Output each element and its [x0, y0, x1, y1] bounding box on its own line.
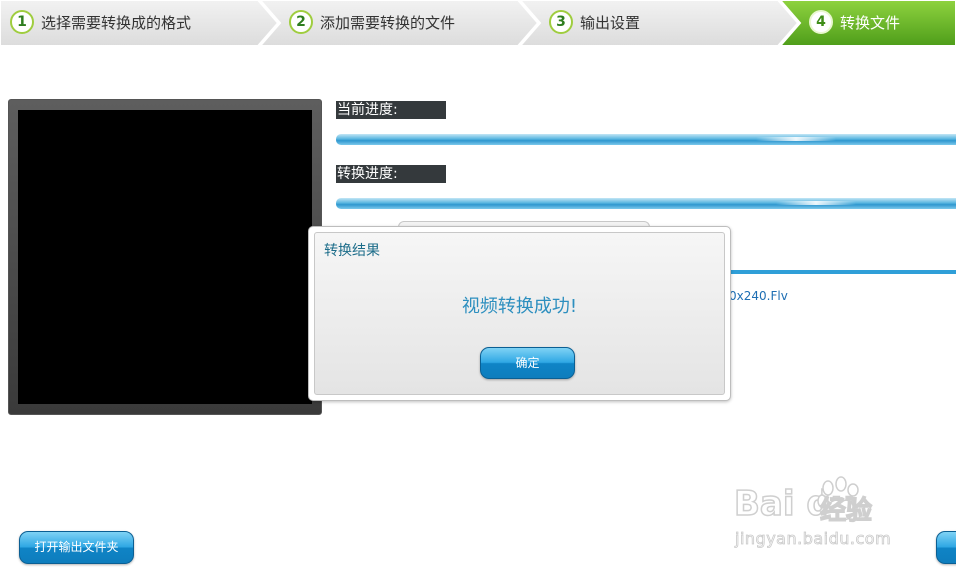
step-4-number: 4: [809, 10, 833, 34]
progress-shine: [776, 201, 856, 205]
output-file-name: 0x240.Flv: [729, 289, 788, 303]
total-progress-label: 转换进度:: [336, 165, 446, 183]
step-4-label[interactable]: 转换文件: [840, 0, 900, 46]
step-2-label[interactable]: 添加需要转换的文件: [320, 0, 455, 46]
confirm-button[interactable]: 确定: [480, 347, 575, 379]
conversion-result-dialog: 转换结果 视频转换成功! 确定: [308, 226, 731, 401]
step-2-number: 2: [289, 10, 313, 34]
dialog-message: 视频转换成功!: [461, 296, 578, 317]
output-progress-line: [726, 270, 956, 274]
current-progress-label: 当前进度:: [336, 101, 446, 119]
step-3-label[interactable]: 输出设置: [580, 0, 640, 46]
next-button-partial[interactable]: [936, 531, 956, 564]
open-output-folder-button[interactable]: 打开输出文件夹: [19, 531, 134, 564]
step-1-label[interactable]: 选择需要转换成的格式: [41, 0, 191, 46]
video-preview-screen: [18, 110, 312, 404]
step-3-number: 3: [549, 10, 573, 34]
step-1-number: 1: [10, 10, 34, 34]
dialog-body: 转换结果 视频转换成功! 确定: [314, 232, 725, 395]
watermark-url: jingyan.baidu.com: [735, 529, 892, 549]
video-preview: [8, 99, 322, 415]
total-progress-bar: [336, 198, 956, 209]
current-progress-bar: [336, 134, 956, 145]
step-bar: 1 选择需要转换成的格式 2 添加需要转换的文件 3 输出设置 4 转换文件: [0, 0, 956, 46]
dialog-title: 转换结果: [324, 243, 380, 259]
watermark-jingyan: 经验: [819, 495, 873, 526]
progress-shine: [756, 137, 836, 141]
